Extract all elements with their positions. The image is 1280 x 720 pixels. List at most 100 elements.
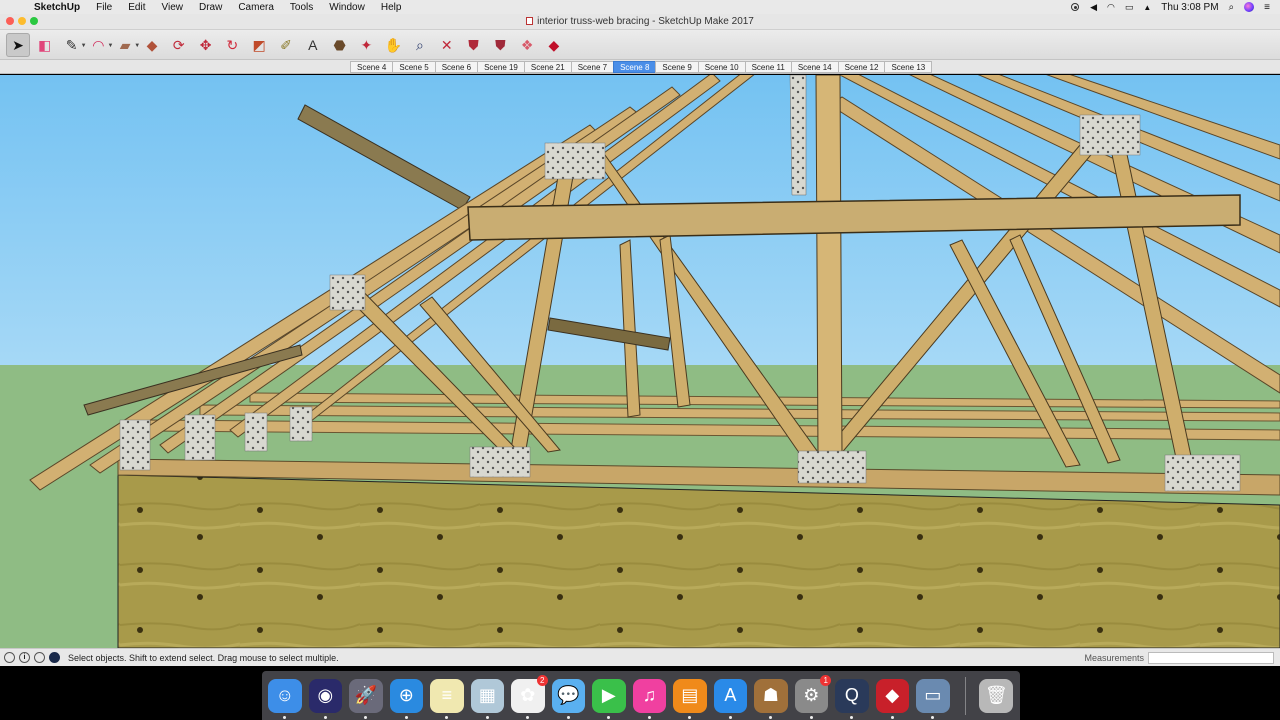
share-model-icon: ⛊ [495, 36, 506, 53]
scene-tab[interactable]: Scene 11 [744, 61, 791, 73]
menu-tools[interactable]: Tools [282, 2, 321, 13]
dock-app-app-store[interactable]: A [713, 678, 748, 719]
pan-tool[interactable]: ✋ [381, 33, 405, 57]
dock-app-ibooks[interactable]: ▤ [673, 678, 707, 719]
siri-icon[interactable] [1244, 2, 1255, 12]
menu-draw[interactable]: Draw [191, 2, 230, 13]
airplay-icon[interactable]: ▭ [1125, 2, 1134, 13]
dock-app-screenshot[interactable]: ▭ [916, 678, 950, 719]
pencil-icon: ✎ [65, 36, 78, 53]
scale-tool[interactable]: ◩ [247, 33, 271, 57]
app-menu[interactable]: SketchUp [26, 2, 88, 13]
running-indicator [931, 715, 934, 719]
menu-help[interactable]: Help [373, 2, 410, 13]
extension-warehouse-tool[interactable]: ❖ [515, 33, 539, 57]
dock-app-quicktime[interactable]: Q [835, 678, 869, 719]
messages-icon: 💬 [557, 685, 580, 705]
wifi-icon[interactable]: ◠ [1107, 2, 1115, 13]
rotate-tool[interactable]: ↻ [220, 33, 244, 57]
scene-tab[interactable]: Scene 19 [477, 61, 524, 73]
zoom-tool[interactable]: ⌕ [408, 33, 432, 57]
dock-app-preview[interactable]: ▦ [470, 678, 505, 719]
share-model-tool[interactable]: ⛊ [488, 33, 512, 57]
hand-icon: ✋ [384, 36, 402, 53]
scene-tab[interactable]: Scene 7 [570, 61, 614, 73]
eject-icon[interactable]: ▲ [1143, 3, 1151, 12]
running-indicator [688, 715, 691, 719]
warehouse-icon: ⛊ [468, 36, 479, 53]
tape-measure-tool[interactable]: ✐ [274, 33, 298, 57]
dock-app-trash[interactable]: 🗑 [979, 678, 1014, 713]
dock-app-siri[interactable]: ◉ [308, 678, 343, 719]
arc-tool[interactable]: ◠ ▼ [86, 33, 113, 57]
scene-tab[interactable]: Scene 8 [613, 61, 656, 73]
user-icon[interactable] [34, 652, 45, 663]
line-tool[interactable]: ✎ ▼ [60, 33, 87, 57]
menu-view[interactable]: View [153, 2, 191, 13]
text-tool[interactable]: A [301, 33, 325, 57]
menubar-clock[interactable]: Thu 3:08 PM [1161, 2, 1218, 13]
3d-warehouse-tool[interactable]: ⛊ [462, 33, 486, 57]
dock-app-sketchup[interactable]: ◆ [875, 678, 910, 719]
zoom-extents-icon: ✕ [440, 36, 453, 53]
dock-app-safari[interactable]: ⊕ [389, 678, 424, 719]
rectangle-tool[interactable]: ▰ ▼ [113, 33, 140, 57]
ibooks-icon: ▤ [681, 685, 699, 705]
dock-app-system-preferences[interactable]: ⚙ 1 [794, 674, 832, 719]
orbit-tool[interactable]: ✦ [354, 33, 378, 57]
scene-tab[interactable]: Scene 5 [392, 61, 435, 73]
dock-app-launchpad[interactable]: 🚀 [349, 678, 383, 719]
eraser-tool[interactable]: ◧ [33, 33, 57, 57]
select-tool[interactable]: ➤ [6, 32, 30, 57]
notification-badge: 2 [536, 674, 548, 686]
measurements-input[interactable] [1148, 651, 1274, 664]
extension-icon: ❖ [520, 36, 534, 53]
dock-app-itunes[interactable]: ♫ [632, 678, 667, 719]
scene-tab[interactable]: Scene 14 [790, 61, 838, 73]
paint-bucket-tool[interactable]: ⬣ [328, 33, 352, 57]
spotlight-icon[interactable]: ⌕ [1229, 2, 1235, 13]
siri-icon: ◉ [317, 685, 334, 705]
running-indicator [404, 715, 408, 719]
zoom-extents-tool[interactable]: ✕ [435, 33, 459, 57]
move-tool[interactable]: ✥ [194, 33, 218, 57]
scene-tab[interactable]: Scene 6 [434, 61, 478, 73]
dock-app-photos[interactable]: ✿ 2 [511, 674, 548, 719]
itunes-icon: ♫ [642, 685, 657, 705]
menu-camera[interactable]: Camera [230, 2, 282, 13]
ruby-console-tool[interactable]: ◆ [542, 33, 566, 57]
offset-tool[interactable]: ⟳ [167, 33, 191, 57]
scale-icon: ◩ [252, 36, 266, 53]
menu-edit[interactable]: Edit [120, 2, 153, 13]
paint-bucket-icon: ⬣ [333, 36, 346, 53]
dock-app-finder[interactable]: ☺ [268, 678, 302, 719]
scene-tab[interactable]: Scene 4 [350, 61, 393, 73]
geo-location-icon[interactable] [4, 652, 15, 663]
drawing-viewport[interactable] [0, 75, 1280, 648]
push-pull-tool[interactable]: ◆ [140, 33, 164, 57]
menu-file[interactable]: File [88, 2, 120, 13]
roof-truss-model[interactable] [0, 75, 1280, 648]
offset-icon: ⟳ [172, 36, 185, 53]
credits-icon[interactable]: i [19, 652, 30, 663]
scene-tab[interactable]: Scene 9 [655, 61, 698, 73]
scene-tab[interactable]: Scene 10 [697, 61, 745, 73]
running-indicator [769, 715, 772, 719]
king-post [815, 75, 843, 456]
scene-tab[interactable]: Scene 13 [884, 61, 933, 73]
system-preferences-icon: ⚙ [803, 685, 820, 705]
instructor-icon[interactable] [49, 652, 60, 663]
scene-tab[interactable]: Scene 21 [523, 61, 571, 73]
dock-app-messages[interactable]: 💬 [551, 678, 586, 719]
running-indicator [728, 715, 732, 719]
scene-tab[interactable]: Scene 12 [837, 61, 885, 73]
running-indicator [323, 715, 327, 719]
dock-app-facetime[interactable]: ▶ [592, 678, 626, 719]
notification-center-icon[interactable]: ≡ [1264, 2, 1270, 13]
volume-icon[interactable]: ◀ [1090, 2, 1097, 13]
dock-app-notes[interactable]: ≡ [430, 678, 464, 719]
menu-window[interactable]: Window [321, 2, 373, 13]
screen-record-icon[interactable] [1070, 2, 1080, 12]
main-toolbar: ➤ ◧ ✎ ▼ ◠ ▼ ▰ ▼ ◆ ⟳ ✥ ↻ ◩ ✐ A ⬣ ✦ ✋ ⌕ ✕ ⛊ ⛊ ❖ ◆ [0, 30, 1280, 60]
dock-app-contacts[interactable]: ☗ [754, 678, 788, 719]
